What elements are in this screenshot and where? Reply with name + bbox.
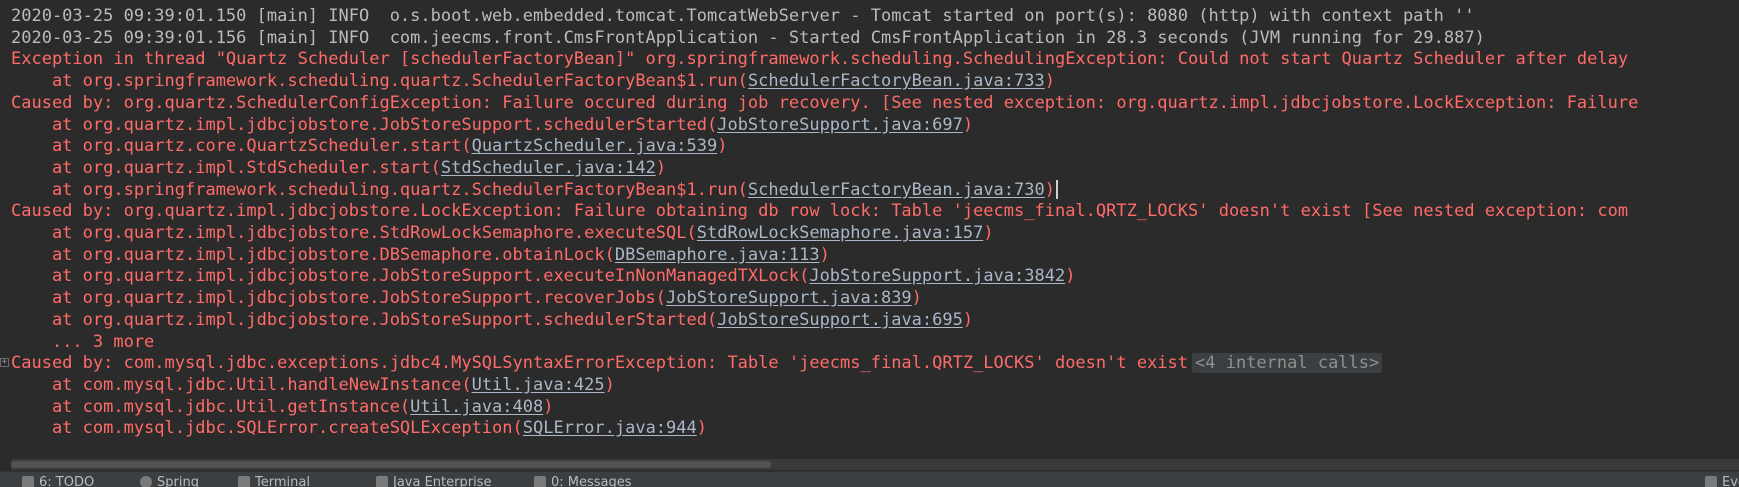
stack-frame-method: at org.quartz.impl.jdbcjobstore.StdRowLo…: [11, 223, 697, 243]
exception-line: Caused by: org.quartz.impl.jdbcjobstore.…: [11, 199, 1628, 223]
stack-frame-line: at com.mysql.jdbc.Util.getInstance(Util.…: [11, 395, 554, 419]
closing-paren: ): [911, 288, 922, 309]
stack-frame-line: at org.quartz.impl.jdbcjobstore.JobStore…: [11, 286, 922, 310]
stack-frame-method: at com.mysql.jdbc.SQLError.createSQLExce…: [11, 418, 523, 439]
source-location-link[interactable]: JobStoreSupport.java:3842: [809, 266, 1065, 286]
stack-frame-method: at com.mysql.jdbc.Util.handleNewInstance…: [11, 374, 472, 395]
line-text: 2020-03-25 09:39:01.156 [main] INFO com.…: [11, 27, 1485, 48]
exception-line: ... 3 more: [11, 330, 154, 354]
stack-frame-line: at org.quartz.impl.jdbcjobstore.JobStore…: [11, 264, 1076, 288]
stack-frame-method: at org.quartz.impl.jdbcjobstore.JobStore…: [11, 309, 718, 330]
closing-paren: ): [543, 396, 554, 417]
internal-calls-fold[interactable]: <4 internal calls>: [1192, 353, 1383, 374]
source-location-link[interactable]: StdRowLockSemaphore.java:157: [697, 223, 984, 243]
stack-frame-line: at org.springframework.scheduling.quartz…: [11, 178, 1058, 202]
stack-frame-method: at org.quartz.impl.jdbcjobstore.JobStore…: [11, 288, 667, 309]
log-line: 2020-03-25 09:39:01.150 [main] INFO o.s.…: [11, 4, 1475, 28]
stack-frame-method: at org.quartz.core.QuartzScheduler.start…: [11, 136, 472, 157]
tool-window-button-todo[interactable]: 6: TODO: [22, 473, 94, 487]
stack-frame-method: at com.mysql.jdbc.Util.getInstance(: [11, 396, 411, 417]
messages-icon: [534, 476, 546, 487]
source-location-link[interactable]: StdScheduler.java:142: [441, 158, 656, 178]
tool-window-button-java-enterprise[interactable]: Java Enterprise: [376, 473, 491, 487]
source-location-link[interactable]: Util.java:425: [472, 375, 605, 395]
stack-frame-line: at org.quartz.core.QuartzScheduler.start…: [11, 134, 728, 158]
horizontal-scrollbar-thumb[interactable]: [11, 461, 771, 468]
closing-paren: ): [717, 136, 728, 157]
line-text: Exception in thread "Quartz Scheduler [s…: [11, 49, 1629, 70]
line-text: 2020-03-25 09:39:01.150 [main] INFO o.s.…: [11, 6, 1475, 26]
java-enterprise-icon: [376, 476, 388, 487]
exception-line: Caused by: com.mysql.jdbc.exceptions.jdb…: [11, 351, 1383, 375]
source-location-link[interactable]: DBSemaphore.java:113: [615, 245, 820, 265]
line-text: Caused by: com.mysql.jdbc.exceptions.jdb…: [11, 353, 1189, 374]
source-location-link[interactable]: SchedulerFactoryBean.java:733: [748, 71, 1045, 91]
stack-frame-method: at org.quartz.impl.jdbcjobstore.DBSemaph…: [11, 244, 615, 265]
stack-frame-method: at org.quartz.impl.StdScheduler.start(: [11, 157, 441, 178]
tool-window-label: 0: Messages: [551, 475, 632, 487]
tool-window-label: Spring: [157, 475, 199, 487]
line-text: Caused by: org.quartz.impl.jdbcjobstore.…: [11, 201, 1629, 222]
stack-frame-line: at org.springframework.scheduling.quartz…: [11, 69, 1055, 93]
tool-window-button-terminal[interactable]: Terminal: [238, 473, 310, 487]
stack-frame-line: at org.quartz.impl.jdbcjobstore.StdRowLo…: [11, 221, 994, 245]
source-location-link[interactable]: QuartzScheduler.java:539: [472, 136, 718, 156]
tool-window-label: 6: TODO: [39, 475, 95, 487]
closing-paren: ): [1044, 71, 1055, 92]
exception-line: Exception in thread "Quartz Scheduler [s…: [11, 47, 1628, 71]
log-line: 2020-03-25 09:39:01.156 [main] INFO com.…: [11, 26, 1485, 50]
todo-icon: [22, 476, 34, 487]
closing-paren: ): [819, 244, 830, 265]
stack-frame-line: at com.mysql.jdbc.SQLError.createSQLExce…: [11, 416, 707, 440]
spring-icon: [140, 476, 152, 487]
stack-frame-line: at org.quartz.impl.StdScheduler.start(St…: [11, 156, 666, 180]
line-text: Caused by: org.quartz.SchedulerConfigExc…: [11, 92, 1639, 113]
tool-window-label: Terminal: [255, 475, 310, 487]
closing-paren: ): [962, 114, 974, 135]
expand-fold-icon[interactable]: +: [0, 358, 9, 368]
closing-paren: ): [604, 374, 615, 395]
horizontal-scrollbar[interactable]: [11, 459, 1739, 470]
terminal-icon: [238, 476, 250, 487]
stack-frame-line: at org.quartz.impl.jdbcjobstore.JobStore…: [11, 308, 973, 332]
closing-paren: ): [696, 418, 707, 439]
stack-frame-line: at com.mysql.jdbc.Util.handleNewInstance…: [11, 373, 615, 397]
closing-paren: ): [962, 309, 974, 330]
closing-paren: ): [1044, 179, 1055, 200]
source-location-link[interactable]: Util.java:408: [410, 397, 543, 417]
stack-frame-method: at org.springframework.scheduling.quartz…: [11, 179, 748, 200]
tool-window-bar: 6: TODO Spring Terminal Java Enterprise 0: M…: [0, 471, 1739, 487]
stack-frame-method: at org.quartz.impl.jdbcjobstore.JobStore…: [11, 266, 810, 287]
exception-line: Caused by: org.quartz.SchedulerConfigExc…: [11, 91, 1638, 115]
stack-frame-method: at org.quartz.impl.jdbcjobstore.JobStore…: [11, 114, 718, 135]
closing-paren: ): [1065, 266, 1076, 287]
closing-paren: ): [983, 223, 994, 243]
source-location-link[interactable]: JobStoreSupport.java:695: [717, 310, 963, 330]
run-console-output[interactable]: 2020-03-25 09:39:01.150 [main] INFO o.s.…: [0, 0, 1739, 471]
event-log-icon: [1705, 476, 1717, 487]
tool-window-label: Event Log: [1722, 475, 1739, 487]
source-location-link[interactable]: SchedulerFactoryBean.java:730: [748, 180, 1045, 200]
stack-frame-method: at org.springframework.scheduling.quartz…: [11, 71, 748, 92]
text-cursor: [1055, 180, 1058, 200]
stack-frame-line: at org.quartz.impl.jdbcjobstore.JobStore…: [11, 113, 973, 137]
closing-paren: ): [655, 157, 667, 178]
tool-window-button-messages[interactable]: 0: Messages: [534, 473, 632, 487]
line-text: ... 3 more: [11, 331, 155, 352]
stack-frame-line: at org.quartz.impl.jdbcjobstore.DBSemaph…: [11, 243, 830, 267]
tool-window-button-event-log[interactable]: Event Log: [1705, 473, 1739, 487]
tool-window-button-spring[interactable]: Spring: [140, 473, 199, 487]
source-location-link[interactable]: JobStoreSupport.java:839: [666, 288, 912, 308]
source-location-link[interactable]: SQLError.java:944: [523, 418, 697, 438]
source-location-link[interactable]: JobStoreSupport.java:697: [717, 115, 963, 135]
tool-window-label: Java Enterprise: [393, 475, 492, 487]
